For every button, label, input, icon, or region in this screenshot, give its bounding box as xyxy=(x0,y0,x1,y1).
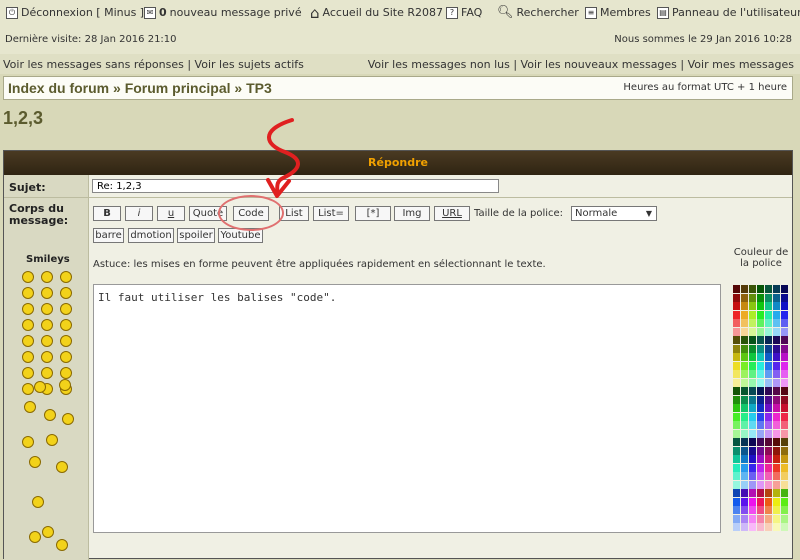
annotation-arrow xyxy=(266,118,300,198)
arrow-path xyxy=(267,118,300,196)
highlight-circle xyxy=(218,195,284,231)
